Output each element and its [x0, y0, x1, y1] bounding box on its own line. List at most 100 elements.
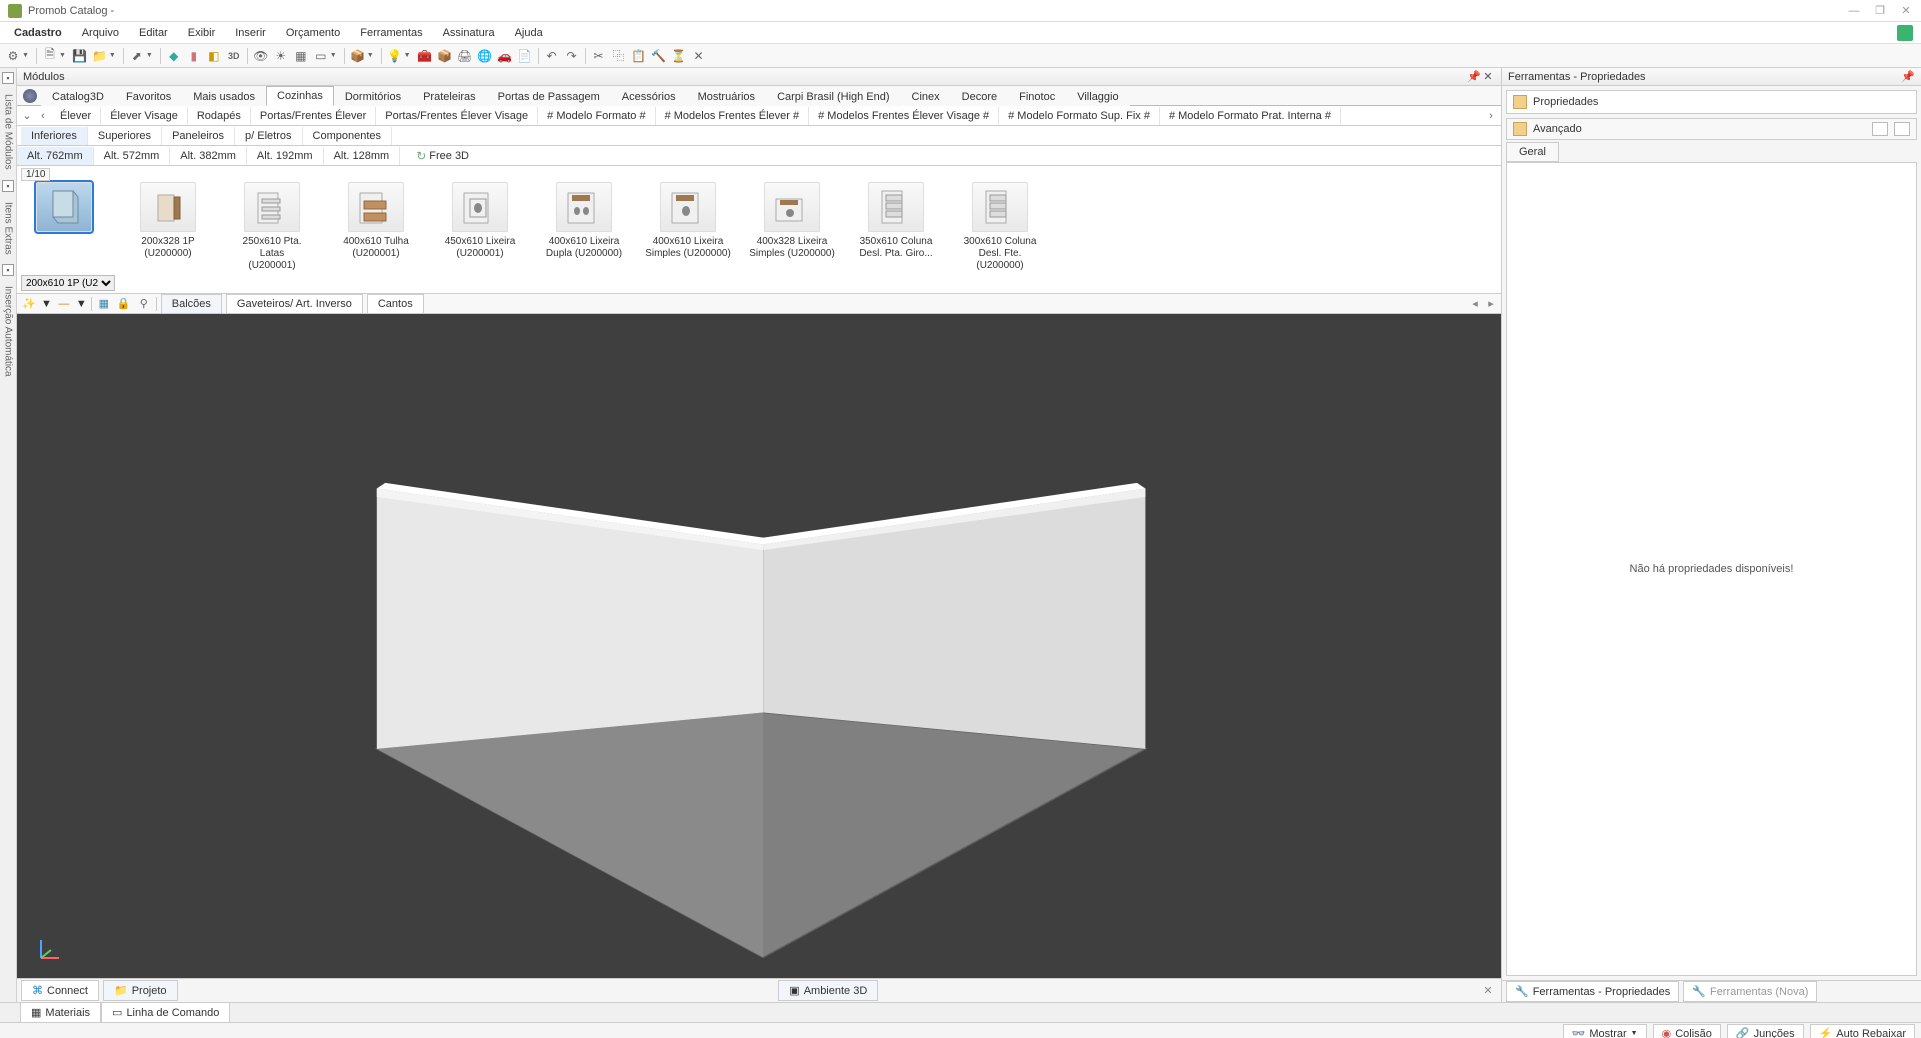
view-tab-cantos[interactable]: Cantos: [367, 294, 424, 313]
filter-icon[interactable]: ⏳: [670, 47, 688, 65]
cat-carpi[interactable]: Carpi Brasil (High End): [766, 87, 900, 106]
sun-icon[interactable]: ☀: [272, 47, 290, 65]
sub-frentes-visage[interactable]: # Modelos Frentes Élever Visage #: [809, 107, 999, 125]
hammer-icon[interactable]: 🔨: [650, 47, 668, 65]
sub-nav-next[interactable]: ›: [1483, 110, 1499, 122]
height-762[interactable]: Alt. 762mm: [17, 147, 94, 165]
close-button[interactable]: ✕: [1899, 4, 1913, 18]
sub-rodapes[interactable]: Rodapés: [188, 107, 251, 125]
copy-icon[interactable]: ⿻: [610, 47, 628, 65]
sub-sup-fix[interactable]: # Modelo Formato Sup. Fix #: [999, 107, 1160, 125]
cat-decore[interactable]: Decore: [951, 87, 1008, 106]
sub-nav-down[interactable]: ⌄: [19, 109, 35, 122]
sb-juncoes[interactable]: 🔗Junções: [1727, 1024, 1804, 1038]
cut-icon[interactable]: ✂: [590, 47, 608, 65]
cat-acessorios[interactable]: Acessórios: [611, 87, 687, 106]
3d-icon[interactable]: 3D: [225, 47, 243, 65]
paste-icon[interactable]: 📋: [630, 47, 648, 65]
menu-ajuda[interactable]: Ajuda: [505, 24, 553, 42]
view-nav-next[interactable]: ▸: [1485, 297, 1497, 310]
cat-dormitorios[interactable]: Dormitórios: [334, 87, 412, 106]
pin-icon[interactable]: 📌: [1467, 70, 1481, 83]
height-382[interactable]: Alt. 382mm: [170, 147, 247, 165]
rf-tab-nova[interactable]: 🔧Ferramentas (Nova): [1683, 981, 1817, 1002]
cat-favoritos[interactable]: Favoritos: [115, 87, 182, 106]
pointer-icon[interactable]: ⬈: [128, 47, 146, 65]
minimize-button[interactable]: —: [1847, 4, 1861, 18]
menu-orcamento[interactable]: Orçamento: [276, 24, 350, 42]
gallery-item-5[interactable]: 400x610 LixeiraDupla (U200000): [541, 182, 627, 260]
ambiente-tab[interactable]: ▣Ambiente 3D: [778, 980, 878, 1001]
menu-cadastro[interactable]: Cadastro: [4, 24, 72, 42]
rf-tab-props[interactable]: 🔧Ferramentas - Propriedades: [1506, 981, 1679, 1002]
gallery-item-1[interactable]: 200x328 1P(U200000): [125, 182, 211, 260]
rail-toggle-2[interactable]: ▪: [2, 180, 14, 192]
sub-prat-interna[interactable]: # Modelo Formato Prat. Interna #: [1160, 107, 1341, 125]
zoom-icon[interactable]: ⚲: [136, 296, 152, 312]
rail-toggle-3[interactable]: ▪: [2, 264, 14, 276]
new-icon[interactable]: 🗎: [41, 47, 59, 65]
gallery-item-0[interactable]: [21, 182, 107, 236]
doc-icon[interactable]: 📄: [516, 47, 534, 65]
lamp-icon[interactable]: 💡: [386, 47, 404, 65]
projeto-tab[interactable]: 📁Projeto: [103, 980, 178, 1001]
car-icon[interactable]: 🚗: [496, 47, 514, 65]
sub-elever[interactable]: Élever: [51, 107, 101, 125]
rail-itens-extras[interactable]: Itens Extras: [3, 196, 14, 261]
decor2-icon[interactable]: ✨: [21, 296, 37, 312]
cat-prateleiras[interactable]: Prateleiras: [412, 87, 487, 106]
gallery-item-8[interactable]: 350x610 ColunaDesl. Pta. Giro...: [853, 182, 939, 260]
cat-mais-usados[interactable]: Mais usados: [182, 87, 266, 106]
sb-auto[interactable]: ⚡Auto Rebaixar: [1810, 1024, 1915, 1038]
menu-assinatura[interactable]: Assinatura: [433, 24, 505, 42]
sb-colisao[interactable]: ◉Colisão: [1653, 1024, 1721, 1038]
cat-finotoc[interactable]: Finotoc: [1008, 87, 1066, 106]
line-icon[interactable]: —: [56, 296, 72, 312]
cat-cozinhas[interactable]: Cozinhas: [266, 86, 334, 106]
grid-view-1[interactable]: [1872, 122, 1888, 136]
boxes-icon[interactable]: 📦: [436, 47, 454, 65]
cat-portas-passagem[interactable]: Portas de Passagem: [487, 87, 611, 106]
filter-eletros[interactable]: p/ Eletros: [235, 127, 302, 145]
folder-icon[interactable]: 📁: [91, 47, 109, 65]
decor-icon[interactable]: ◆: [165, 47, 183, 65]
share-icon[interactable]: 🌐: [476, 47, 494, 65]
maximize-button[interactable]: ❐: [1873, 4, 1887, 18]
geral-label[interactable]: Geral: [1506, 142, 1559, 162]
gallery-item-7[interactable]: 400x328 LixeiraSimples (U200000): [749, 182, 835, 260]
photo-icon[interactable]: ▦: [292, 47, 310, 65]
close-panel-icon[interactable]: ✕: [1481, 70, 1495, 83]
height-572[interactable]: Alt. 572mm: [94, 147, 171, 165]
rail-insercao[interactable]: Inserção Automática: [3, 280, 14, 383]
menu-editar[interactable]: Editar: [129, 24, 178, 42]
filter-inferiores[interactable]: Inferiores: [21, 127, 88, 145]
gallery-item-2[interactable]: 250x610 Pta. Latas(U200001): [229, 182, 315, 272]
sub-elever-visage[interactable]: Élever Visage: [101, 107, 188, 125]
sub-frentes-elever[interactable]: # Modelos Frentes Élever #: [656, 107, 810, 125]
rail-lista-modulos[interactable]: Lista de Módulos: [3, 88, 14, 176]
paint-icon[interactable]: ▮: [185, 47, 203, 65]
delete-icon[interactable]: ✕: [690, 47, 708, 65]
cat-catalog[interactable]: Catalog3D: [41, 87, 115, 106]
menu-inserir[interactable]: Inserir: [225, 24, 276, 42]
cat-villaggio[interactable]: Villaggio: [1066, 87, 1129, 106]
save-icon[interactable]: 💾: [71, 47, 89, 65]
view-tab-gaveteiros[interactable]: Gaveteiros/ Art. Inverso: [226, 294, 363, 313]
sb-mostrar[interactable]: 👓Mostrar▼: [1563, 1024, 1647, 1038]
gallery-item-4[interactable]: 450x610 Lixeira(U200001): [437, 182, 523, 260]
page-icon[interactable]: ▭: [312, 47, 330, 65]
cat-mostruarios[interactable]: Mostruários: [687, 87, 766, 106]
filter-superiores[interactable]: Superiores: [88, 127, 162, 145]
right-pin-icon[interactable]: 📌: [1901, 70, 1915, 83]
menu-arquivo[interactable]: Arquivo: [72, 24, 129, 42]
redo-icon[interactable]: ↷: [563, 47, 581, 65]
viewport-3d[interactable]: [17, 314, 1501, 978]
sub-portas-elever[interactable]: Portas/Frentes Élever: [251, 107, 376, 125]
bt-linha[interactable]: ▭Linha de Comando: [101, 1002, 230, 1023]
sub-nav-prev[interactable]: ‹: [35, 110, 51, 122]
gallery-item-3[interactable]: 400x610 Tulha(U200001): [333, 182, 419, 260]
menu-ferramentas[interactable]: Ferramentas: [350, 24, 432, 42]
menu-exibir[interactable]: Exibir: [178, 24, 226, 42]
filter-componentes[interactable]: Componentes: [303, 127, 393, 145]
view-close-icon[interactable]: ✕: [1479, 984, 1497, 997]
